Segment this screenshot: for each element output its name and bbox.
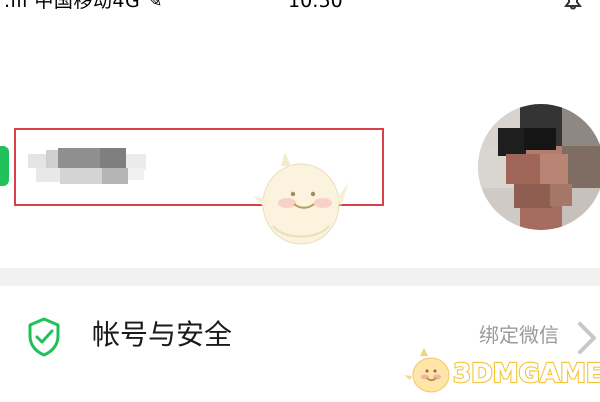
profile-accent-bar — [0, 146, 9, 186]
carrier-signal: .ııl 中国移动4G ✎ — [4, 0, 164, 12]
alarm-icon — [562, 0, 584, 10]
avatar[interactable] — [478, 104, 600, 230]
watermark: 3DMGAME — [404, 344, 600, 400]
account-security-label: 帐号与安全 — [92, 318, 233, 351]
shield-check-icon — [26, 317, 62, 357]
watermark-text: 3DMGAME — [453, 359, 600, 389]
watermark-mascot-icon — [404, 346, 456, 398]
section-divider — [0, 268, 600, 286]
status-bar: .ııl 中国移动4G ✎ 10:50 — [0, 0, 600, 14]
watermark-logo: 3DMGAME — [452, 358, 600, 390]
nickname-blurred — [28, 148, 146, 186]
duck-mascot-icon — [245, 148, 355, 248]
status-time: 10:50 — [288, 0, 343, 12]
